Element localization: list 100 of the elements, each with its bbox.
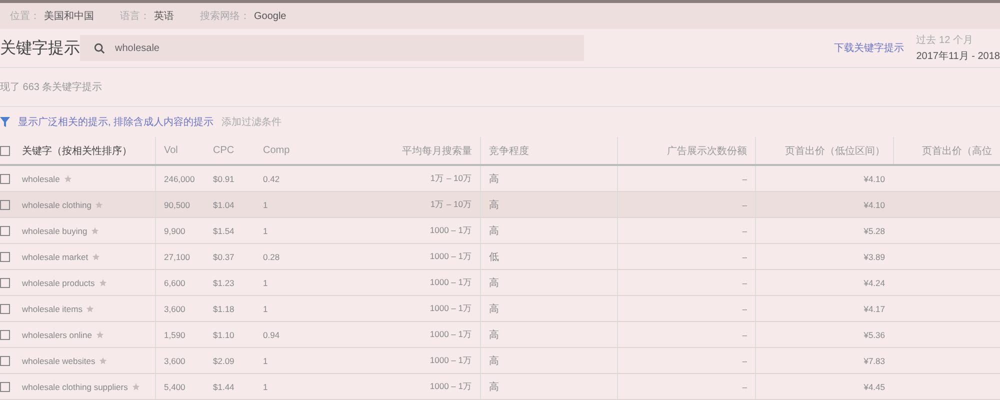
table-cell: –: [617, 270, 755, 295]
table-cell: ¥4.10: [755, 166, 893, 191]
table-row[interactable]: wholesale clothing suppliers 5,400 $1.44 1 1000 – 1万 高 – ¥4.45: [0, 374, 1000, 400]
keyword-cell: wholesale clothing: [14, 192, 155, 217]
download-link[interactable]: 下载关键字提示: [834, 41, 904, 55]
date-range-label: 过去 12 个月: [916, 34, 974, 47]
filter-icon[interactable]: [0, 117, 10, 127]
table-cell: 高: [480, 348, 617, 373]
row-checkbox[interactable]: [0, 304, 10, 314]
table-cell-text: $1.18: [212, 302, 236, 316]
table-cell-text: $1.44: [212, 380, 236, 394]
table-cell: –: [617, 192, 755, 217]
table-cell: –: [617, 166, 755, 191]
keyword-cell: wholesale clothing suppliers: [14, 374, 155, 399]
table-row[interactable]: wholesale market 27,100 $0.37 0.28 1000 – 1万 低 – ¥3.89: [0, 244, 1000, 270]
table-cell: ¥4.17: [755, 296, 893, 321]
table-cell-text: $1.10: [212, 328, 236, 342]
setting-label: 搜索网络：: [200, 11, 250, 22]
star-icon[interactable]: [64, 174, 72, 182]
search-field[interactable]: wholesale: [80, 35, 584, 61]
table-cell: 高: [480, 296, 617, 321]
table-cell-text: 1000 – 1万: [428, 224, 473, 236]
table-cell-text: $1.54: [212, 224, 236, 238]
column-header[interactable]: Vol: [155, 137, 205, 164]
star-icon[interactable]: [132, 382, 140, 390]
column-header[interactable]: 竞争程度: [480, 137, 617, 164]
table-cell: 低: [480, 244, 617, 269]
table-cell: ¥3.89: [755, 244, 893, 269]
table-cell: 5,400: [155, 374, 205, 399]
table-cell-text: 1000 – 1万: [428, 276, 473, 288]
table-cell: 高: [480, 218, 617, 243]
table-cell: 高: [480, 270, 617, 295]
setting-label: 语言：: [120, 11, 150, 22]
row-checkbox[interactable]: [0, 174, 10, 184]
setting-value[interactable]: 英语: [154, 11, 174, 22]
keyword-cell: wholesalers online: [14, 322, 155, 347]
keyword-cell: wholesale websites: [14, 348, 155, 373]
table-cell-text: 1000 – 1万: [428, 354, 473, 366]
keyword-cell: wholesale buying: [14, 218, 155, 243]
table-cell-text: 0.28: [262, 250, 281, 264]
column-header[interactable]: Comp: [255, 137, 400, 164]
table-row[interactable]: wholesale items 3,600 $1.18 1 1000 – 1万 高 – ¥4.17: [0, 296, 1000, 322]
add-filter-link[interactable]: 添加过滤条件: [222, 115, 282, 129]
row-checkbox[interactable]: [0, 356, 10, 366]
table-row[interactable]: wholesale products 6,600 $1.23 1 1000 – 1万 高 – ¥4.24: [0, 270, 1000, 296]
row-checkbox[interactable]: [0, 226, 10, 236]
row-checkbox[interactable]: [0, 330, 10, 340]
table-cell-text: 1: [262, 302, 269, 316]
table-cell: 3,600: [155, 348, 205, 373]
star-icon[interactable]: [96, 330, 104, 338]
star-icon[interactable]: [91, 226, 100, 234]
table-cell: 高: [480, 322, 617, 347]
table-cell-text: 1000 – 1万: [428, 302, 473, 314]
table-row[interactable]: wholesale clothing 90,500 $1.04 1 1万 – 10万 高 – ¥4.10: [0, 192, 1000, 218]
active-filters-link[interactable]: 显示广泛相关的提示, 排除含成人内容的提示: [18, 115, 214, 129]
star-icon[interactable]: [95, 200, 104, 208]
row-checkbox[interactable]: [0, 278, 10, 288]
column-header[interactable]: 平均每月搜索量: [400, 137, 480, 164]
star-icon[interactable]: [98, 278, 107, 286]
table-cell: 1,590: [155, 322, 205, 347]
table-cell: 高: [480, 192, 617, 217]
column-header[interactable]: 页首出价（低位区间）: [755, 137, 893, 164]
table-cell-text: 1000 – 1万: [428, 380, 473, 392]
setting-label: 位置：: [10, 11, 40, 22]
table-row[interactable]: wholesalers online 1,590 $1.10 0.94 1000 – 1万 高 – ¥5.36: [0, 322, 1000, 348]
table-cell-text: 0.94: [262, 328, 281, 342]
star-icon[interactable]: [92, 252, 100, 260]
column-header[interactable]: 页首出价（高位: [893, 137, 1000, 164]
table-cell-text: 1: [262, 354, 269, 368]
table-cell: 27,100: [155, 244, 205, 269]
row-checkbox[interactable]: [0, 200, 10, 210]
table-cell: ¥7.83: [755, 348, 893, 373]
table-row[interactable]: wholesale websites 3,600 $2.09 1 1000 – 1万 高 – ¥7.83: [0, 348, 1000, 374]
table-cell-text: 1000 – 1万: [428, 250, 473, 262]
star-icon[interactable]: [86, 304, 94, 312]
column-header[interactable]: 关键字（按相关性排序）: [14, 137, 155, 164]
setting-value[interactable]: 美国和中国: [44, 11, 94, 22]
table-cell: 高: [480, 374, 617, 399]
column-header[interactable]: 广告展示次数份额: [617, 137, 755, 164]
table-row[interactable]: wholesale 246,000 $0.91 0.42 1万 – 10万 高 – ¥4.10: [0, 166, 1000, 192]
row-checkbox[interactable]: [0, 382, 10, 392]
table-cell-text: 1: [262, 380, 269, 394]
table-cell-text: $0.91: [212, 172, 236, 186]
table-row[interactable]: wholesale buying 9,900 $1.54 1 1000 – 1万 高 – ¥5.28: [0, 218, 1000, 244]
setting-value[interactable]: Google: [254, 11, 286, 22]
table-cell: ¥4.45: [755, 374, 893, 399]
table-cell-text: 1000 – 1万: [428, 328, 473, 340]
star-icon[interactable]: [99, 356, 108, 364]
column-header[interactable]: CPC: [205, 137, 255, 164]
keyword-cell: wholesale items: [14, 296, 155, 321]
table-cell: –: [617, 348, 755, 373]
table-cell: –: [617, 218, 755, 243]
table-cell: 3,600: [155, 296, 205, 321]
table-cell: 90,500: [155, 192, 205, 217]
table-cell: –: [617, 374, 755, 399]
select-all-checkbox[interactable]: [0, 146, 10, 156]
table-cell: 246,000: [155, 166, 205, 191]
date-range-value[interactable]: 2017年11月 - 2018: [916, 49, 1000, 63]
row-checkbox[interactable]: [0, 252, 10, 262]
table-cell: 高: [480, 166, 617, 191]
